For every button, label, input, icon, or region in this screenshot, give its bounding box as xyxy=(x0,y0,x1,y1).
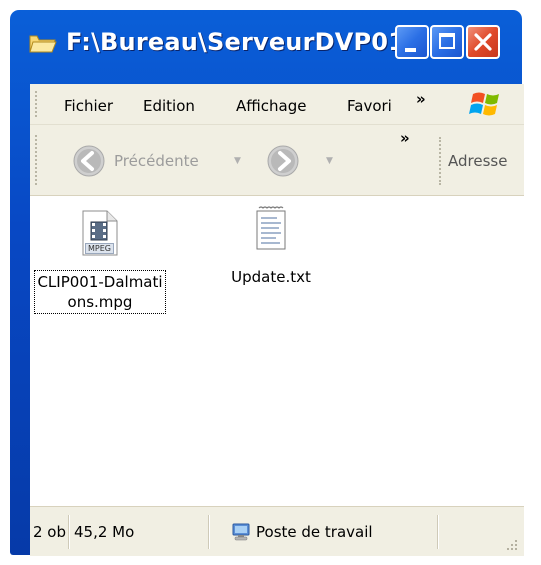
toolbar-separator xyxy=(439,137,441,185)
menu-edition[interactable]: Edition xyxy=(143,97,195,115)
forward-history-dropdown-icon[interactable]: ▼ xyxy=(326,156,333,166)
title-bar[interactable]: F:\Bureau\ServeurDVP01 xyxy=(10,10,522,74)
status-bar: 2 ob 45,2 Mo Poste de travail xyxy=(30,506,524,556)
text-file-icon xyxy=(252,206,290,252)
standard-toolbar: Précédente ▼ ▼ » Adresse xyxy=(30,125,524,196)
file-item-update-txt[interactable]: Update.txt xyxy=(216,206,326,288)
status-size: 45,2 Mo xyxy=(74,523,135,541)
menubar-grip[interactable] xyxy=(35,91,39,117)
resize-grip-icon[interactable] xyxy=(504,537,518,551)
toolbar-grip[interactable] xyxy=(35,135,39,185)
toolbar-overflow-chevron[interactable]: » xyxy=(400,129,410,147)
status-location: Poste de travail xyxy=(256,523,373,541)
menubar-overflow-chevron[interactable]: » xyxy=(416,90,426,108)
minimize-button[interactable] xyxy=(395,25,429,59)
folder-open-icon xyxy=(29,35,57,53)
minimize-icon xyxy=(405,48,416,52)
computer-icon xyxy=(232,523,250,541)
back-history-dropdown-icon[interactable]: ▼ xyxy=(234,156,241,166)
window-client-area: Fichier Edition Affichage Favori » Précé… xyxy=(30,84,524,556)
status-separator xyxy=(68,515,70,549)
back-button-label[interactable]: Précédente xyxy=(114,152,199,170)
status-separator xyxy=(437,515,439,549)
file-item-clip001[interactable]: MPEG CLIP001-Dalmati ons.mpg xyxy=(30,210,170,314)
maximize-button[interactable] xyxy=(430,25,464,59)
status-object-count: 2 ob xyxy=(33,523,67,541)
menu-bar: Fichier Edition Affichage Favori » xyxy=(30,84,524,125)
maximize-icon xyxy=(439,33,455,49)
close-button[interactable] xyxy=(466,25,500,59)
address-bar-label[interactable]: Adresse xyxy=(448,152,507,170)
forward-arrow-icon[interactable] xyxy=(266,144,300,178)
menu-favoris[interactable]: Favori xyxy=(347,97,401,115)
file-label-line-2: ons.mpg xyxy=(67,293,133,311)
explorer-window: F:\Bureau\ServeurDVP01 Fichier Edition A… xyxy=(10,10,524,556)
mpeg-icon-label: MPEG xyxy=(85,243,114,254)
menu-affichage[interactable]: Affichage xyxy=(236,97,306,115)
file-label-update-txt[interactable]: Update.txt xyxy=(229,266,313,288)
windows-logo-icon xyxy=(469,92,499,116)
back-arrow-icon[interactable] xyxy=(72,144,106,178)
file-label-clip001[interactable]: CLIP001-Dalmati ons.mpg xyxy=(34,270,166,314)
mpeg-file-icon: MPEG xyxy=(81,210,119,256)
status-separator xyxy=(208,515,210,549)
close-icon xyxy=(474,33,492,51)
window-title: F:\Bureau\ServeurDVP01 xyxy=(66,28,406,56)
file-label-line-1: Update.txt xyxy=(231,268,311,286)
menu-fichier[interactable]: Fichier xyxy=(64,97,113,115)
file-label-line-1: CLIP001-Dalmati xyxy=(37,273,163,291)
file-view[interactable]: MPEG CLIP001-Dalmati ons.mpg Update.txt xyxy=(30,196,524,506)
